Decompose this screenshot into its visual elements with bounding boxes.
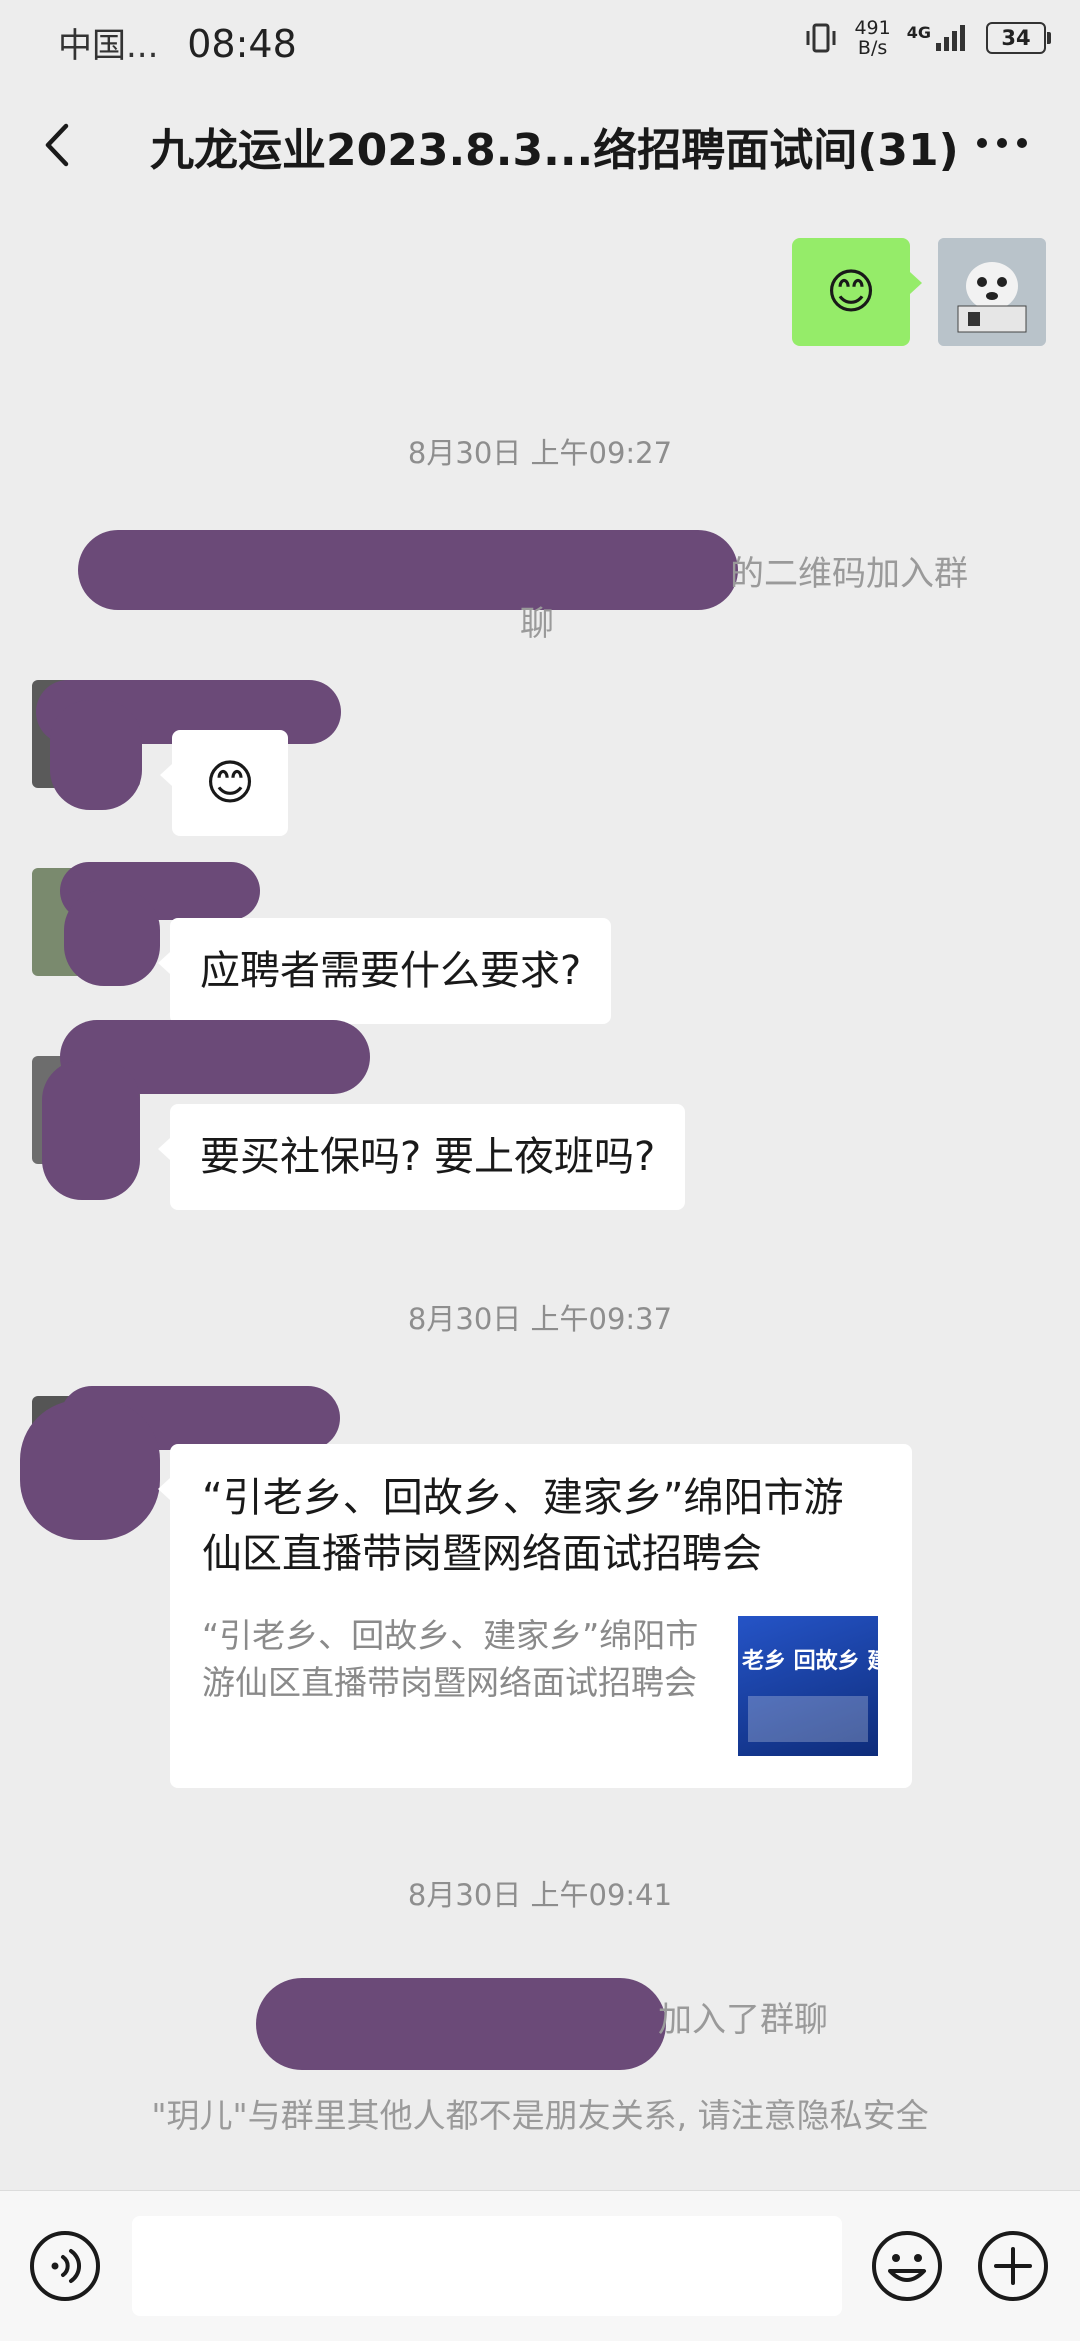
thumbnail-text: 老乡 回故乡 建 bbox=[742, 1649, 878, 1674]
link-card-desc: “引老乡、回故乡、建家乡”绵阳市游仙区直播带岗暨网络面试招聘会 bbox=[202, 1616, 699, 1702]
system-message-join-suffix: 加入了群聊 bbox=[658, 2000, 828, 2040]
timestamp: 8月30日 上午09:27 bbox=[407, 436, 673, 470]
dog-photo-icon bbox=[938, 238, 1046, 346]
input-bar bbox=[0, 2190, 1080, 2341]
carrier-label: 中国... bbox=[58, 26, 159, 66]
signal-indicator: 4G bbox=[907, 23, 970, 53]
emoji-icon[interactable] bbox=[870, 2229, 944, 2303]
timestamp: 8月30日 上午09:41 bbox=[407, 1878, 673, 1912]
signal-icon bbox=[936, 25, 965, 51]
status-icons: 491 B/s 4G 34 bbox=[804, 16, 1051, 60]
redaction-scribble bbox=[64, 890, 160, 986]
redaction-scribble bbox=[256, 1978, 666, 2070]
redaction-scribble bbox=[50, 700, 142, 810]
timestamp: 8月30日 上午09:37 bbox=[407, 1302, 673, 1336]
signal-type: 4G bbox=[906, 23, 931, 42]
message-emoji: 😊 bbox=[825, 264, 877, 320]
status-bar: 中国... 08:48 491 B/s 4G 34 bbox=[0, 0, 1080, 80]
redaction-scribble bbox=[20, 1400, 160, 1540]
chat-header: 九龙运业2023.8.3...络招聘面试间(31) bbox=[0, 80, 1080, 206]
link-card[interactable]: “引老乡、回故乡、建家乡”绵阳市游仙区直播带岗暨网络面试招聘会 “引老乡、回故乡… bbox=[158, 1444, 912, 1788]
chat-title[interactable]: 九龙运业2023.8.3...络招聘面试间(31) bbox=[150, 114, 959, 178]
message-bubble-received[interactable]: 要买社保吗? 要上夜班吗? bbox=[157, 1104, 686, 1210]
avatar-self[interactable] bbox=[938, 238, 1046, 346]
net-speed: 491 B/s bbox=[854, 17, 891, 59]
system-message-join-line2: 聊 bbox=[520, 604, 554, 644]
message-text: 应聘者需要什么要求? bbox=[200, 948, 582, 994]
message-bubble-sent[interactable]: 😊 bbox=[792, 238, 922, 346]
plus-icon[interactable] bbox=[976, 2229, 1050, 2303]
status-time: 08:48 bbox=[187, 22, 297, 66]
chevron-left-icon[interactable] bbox=[38, 120, 78, 170]
voice-icon[interactable] bbox=[28, 2229, 102, 2303]
vibrate-icon bbox=[806, 23, 836, 53]
redaction-scribble bbox=[42, 1060, 140, 1200]
link-card-thumbnail: 老乡 回故乡 建 bbox=[738, 1616, 878, 1756]
battery-indicator: 34 bbox=[986, 22, 1051, 54]
message-emoji: 😊 bbox=[204, 755, 256, 811]
redaction-scribble bbox=[78, 530, 738, 610]
message-input[interactable] bbox=[132, 2216, 842, 2316]
message-text: 要买社保吗? 要上夜班吗? bbox=[200, 1134, 656, 1180]
system-message-privacy: "玥儿"与群里其他人都不是朋友关系, 请注意隐私安全 bbox=[151, 2096, 929, 2135]
message-bubble-received[interactable]: 应聘者需要什么要求? bbox=[157, 918, 612, 1024]
status-carrier-time: 中国... 08:48 bbox=[58, 18, 297, 67]
link-card-title: “引老乡、回故乡、建家乡”绵阳市游仙区直播带岗暨网络面试招聘会 bbox=[202, 1475, 844, 1577]
system-message-join-suffix: 的二维码加入群 bbox=[730, 554, 968, 594]
more-dots-icon[interactable] bbox=[974, 130, 1030, 156]
message-bubble-received[interactable]: 😊 bbox=[160, 730, 288, 836]
